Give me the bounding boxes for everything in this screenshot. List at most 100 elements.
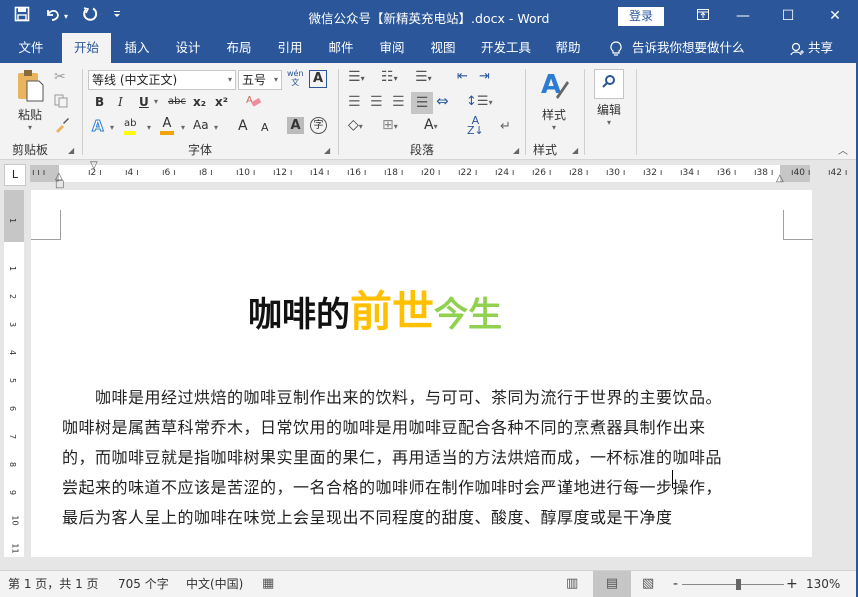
shading-button[interactable]: ◇▾: [348, 117, 363, 133]
tab-layout[interactable]: 布局: [216, 33, 262, 63]
underline-dropdown-icon[interactable]: ▾: [154, 97, 158, 106]
chevron-down-icon[interactable]: ▾: [181, 123, 185, 132]
first-line-indent-marker[interactable]: ▽: [90, 160, 98, 171]
paragraph-launcher-icon[interactable]: ◢: [513, 146, 519, 155]
align-right-button[interactable]: ☰: [392, 94, 405, 110]
bullets-button[interactable]: ☰▾: [348, 69, 365, 85]
align-center-button[interactable]: ☰: [370, 94, 383, 110]
highlight-color-button[interactable]: ab: [124, 117, 137, 135]
tab-developer[interactable]: 开发工具: [473, 33, 539, 63]
undo-icon[interactable]: [44, 6, 62, 27]
tab-mailings[interactable]: 邮件: [318, 33, 364, 63]
tab-references[interactable]: 引用: [267, 33, 313, 63]
character-border-icon[interactable]: A: [309, 70, 327, 88]
italic-button[interactable]: I: [118, 95, 123, 109]
document-title[interactable]: 咖啡的前世今生: [248, 278, 502, 339]
strikethrough-button[interactable]: abc: [168, 96, 186, 107]
right-indent-marker[interactable]: △: [776, 173, 784, 184]
tell-me-box[interactable]: 告诉我你想要做什么: [610, 33, 745, 63]
font-name-combo[interactable]: 等线 (中文正文) ▾: [88, 70, 236, 90]
text-effects-button[interactable]: A: [92, 117, 105, 136]
macro-recording-icon[interactable]: ▦: [262, 571, 274, 597]
shrink-font-button[interactable]: A: [261, 121, 269, 134]
clear-formatting-icon[interactable]: A: [246, 93, 262, 112]
tab-help[interactable]: 帮助: [545, 33, 591, 63]
bold-button[interactable]: B: [95, 95, 104, 109]
increase-indent-button[interactable]: ⇥: [479, 69, 490, 84]
hanging-indent-marker[interactable]: △ □: [55, 172, 64, 190]
share-button[interactable]: 共享: [790, 33, 833, 63]
zoom-in-button[interactable]: +: [786, 571, 798, 597]
subscript-button[interactable]: x₂: [193, 95, 206, 109]
decrease-indent-button[interactable]: ⇤: [457, 69, 468, 84]
borders-button[interactable]: ⊞▾: [382, 117, 398, 133]
change-case-button[interactable]: Aa: [193, 118, 209, 132]
multilevel-list-button[interactable]: ☰▾: [415, 69, 432, 85]
chevron-down-icon[interactable]: ▾: [110, 123, 114, 132]
copy-icon[interactable]: [54, 94, 68, 111]
zoom-out-button[interactable]: -: [673, 571, 678, 597]
crop-mark-top-right: [783, 210, 813, 240]
tab-selector[interactable]: L: [4, 164, 26, 186]
save-icon[interactable]: [14, 6, 30, 27]
print-layout-icon[interactable]: ▤: [593, 571, 631, 597]
font-color-button[interactable]: A: [160, 117, 174, 135]
chevron-down-icon: ▾: [551, 123, 556, 132]
sort-button[interactable]: A Z↓: [467, 115, 484, 136]
ribbon-display-options-icon[interactable]: [688, 5, 718, 27]
character-shading-button[interactable]: A: [287, 117, 304, 134]
zoom-slider-thumb[interactable]: [736, 579, 741, 590]
justify-button[interactable]: ☰: [411, 92, 433, 114]
editing-button[interactable]: 编辑 ▾: [593, 69, 625, 127]
language-indicator[interactable]: 中文(中国): [186, 571, 243, 597]
read-mode-icon[interactable]: ▥: [566, 571, 578, 597]
chevron-down-icon[interactable]: ▾: [214, 123, 218, 132]
font-size-combo[interactable]: 五号 ▾: [238, 70, 282, 90]
phonetic-guide-icon[interactable]: wén 文: [287, 69, 304, 87]
chinese-layout-button[interactable]: A▾: [424, 117, 438, 133]
tab-design[interactable]: 设计: [165, 33, 211, 63]
font-launcher-icon[interactable]: ◢: [324, 146, 330, 155]
maximize-button[interactable]: ☐: [773, 5, 803, 27]
format-painter-icon[interactable]: [54, 117, 70, 136]
underline-button[interactable]: U: [139, 95, 149, 109]
body-line: 最后为客人呈上的咖啡在味觉上会呈现出不同程度的甜度、酸度、醇厚度或是干净度: [62, 508, 673, 527]
paste-button[interactable]: 粘贴 ▾: [14, 69, 46, 132]
tab-home[interactable]: 开始: [62, 33, 111, 63]
document-body[interactable]: 咖啡是用经过烘焙的咖啡豆制作出来的饮料，与可可、茶同为流行于世界的主要饮品。 咖…: [62, 383, 786, 533]
tab-review[interactable]: 审阅: [369, 33, 415, 63]
redo-icon[interactable]: [82, 6, 98, 27]
zoom-level[interactable]: 130%: [806, 571, 840, 597]
clipboard-launcher-icon[interactable]: ◢: [68, 146, 74, 155]
title-part-2: 前世: [350, 287, 435, 336]
close-button[interactable]: ✕: [820, 5, 850, 27]
styles-launcher-icon[interactable]: ◢: [572, 146, 578, 155]
grow-font-button[interactable]: A: [238, 118, 248, 134]
styles-button[interactable]: A 样式 ▾: [536, 69, 572, 132]
page-count[interactable]: 第 1 页，共 1 页: [8, 571, 99, 597]
zoom-slider-track[interactable]: [682, 584, 784, 585]
line-spacing-button[interactable]: ↕☰▾: [466, 94, 493, 109]
word-count[interactable]: 705 个字: [118, 571, 169, 597]
distributed-button[interactable]: ⇔: [436, 92, 449, 110]
chevron-down-icon[interactable]: ▾: [147, 123, 151, 132]
tab-insert[interactable]: 插入: [114, 33, 160, 63]
align-left-button[interactable]: ☰: [348, 94, 361, 110]
paste-dropdown-icon[interactable]: ▾: [14, 123, 46, 132]
enclose-characters-button[interactable]: 字: [310, 117, 327, 134]
vruler-label: 9: [8, 489, 18, 496]
horizontal-ruler[interactable]: L ı2 ı ı4 ı ı6 ı ı8 ı ı10 ı ı12 ı ı14 ı ı16 ı ı1…: [0, 160, 858, 190]
vertical-ruler[interactable]: 1 1 2 3 4 5 6 7 8 9 10 11: [4, 190, 24, 557]
customize-qat-icon[interactable]: [112, 7, 122, 27]
collapse-ribbon-icon[interactable]: ︿: [838, 142, 848, 157]
tab-file[interactable]: 文件: [8, 33, 54, 63]
tab-view[interactable]: 视图: [420, 33, 466, 63]
undo-dropdown-icon[interactable]: ▾: [64, 7, 68, 27]
login-button[interactable]: 登录: [618, 7, 664, 26]
show-marks-button[interactable]: ↵: [500, 119, 511, 134]
superscript-button[interactable]: x²: [215, 95, 228, 109]
minimize-button[interactable]: —: [728, 5, 758, 27]
cut-icon[interactable]: ✂: [54, 69, 66, 85]
web-layout-icon[interactable]: ▧: [642, 571, 654, 597]
numbering-button[interactable]: ☷▾: [381, 69, 398, 85]
